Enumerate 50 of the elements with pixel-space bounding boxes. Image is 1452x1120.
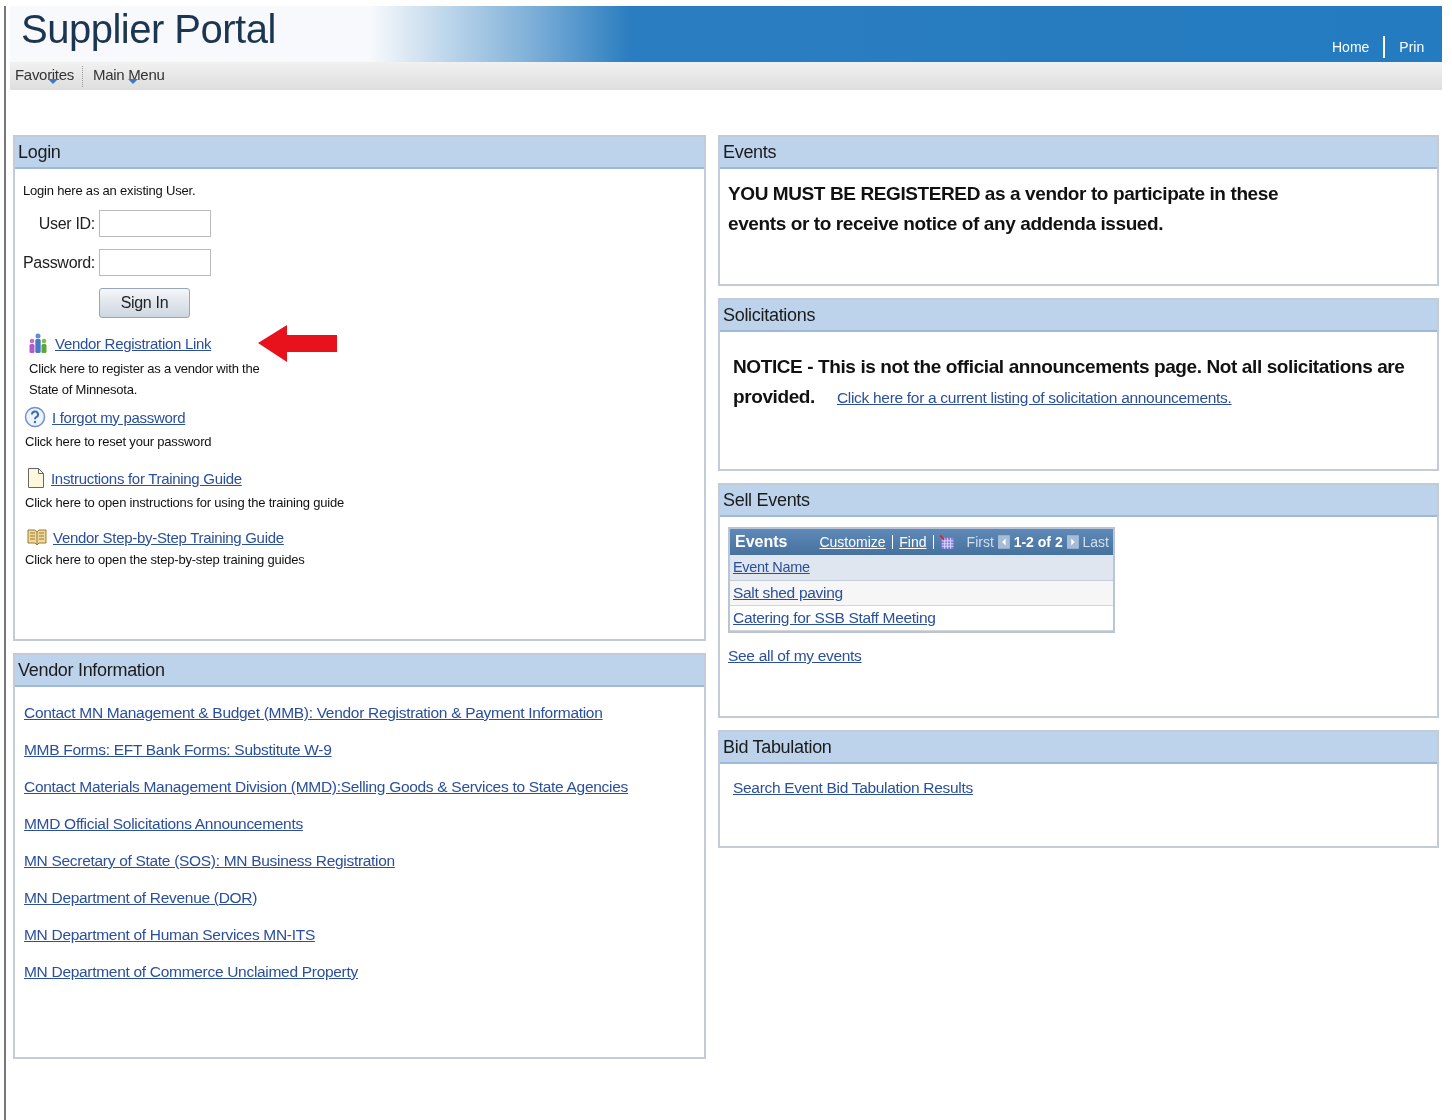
field-label: User ID: <box>37 214 95 233</box>
vendor-link[interactable]: MN Department of Commerce Unclaimed Property <box>24 963 358 981</box>
password-field[interactable] <box>99 249 211 276</box>
panel-header: Solicitations <box>720 300 1437 332</box>
print-link[interactable]: Prin <box>1399 39 1425 55</box>
grid-title: Events <box>735 533 788 551</box>
panel-header: Vendor Information <box>15 655 704 687</box>
column-header[interactable]: Event Name <box>733 559 810 575</box>
menu-dropdown[interactable]: Favorites <box>14 65 82 87</box>
help-link[interactable]: Vendor Step-by-Step Training Guide <box>53 528 284 546</box>
home-link[interactable]: Home <box>1332 39 1370 55</box>
panel-header: Sell Events <box>720 485 1437 517</box>
vendor-link[interactable]: MN Secretary of State (SOS): MN Business Registration <box>24 852 395 870</box>
intro-text: Login here as an existing User. <box>23 183 197 198</box>
sign-in-button[interactable]: Sign In <box>99 288 190 318</box>
grid-tool-link[interactable]: Find <box>899 534 927 550</box>
vendor-link[interactable]: MN Department of Human Services MN-ITS <box>24 926 315 944</box>
people-icon <box>27 332 49 354</box>
event-link[interactable]: Salt shed paving <box>733 584 843 601</box>
help-icon <box>24 406 46 428</box>
see-all-events-link[interactable]: See all of my events <box>728 647 862 665</box>
registration-notice: YOU MUST BE REGISTERED as a vendor to participate in these events or to receive notice of any addenda issued. <box>727 182 1280 236</box>
panel-header: Events <box>720 137 1437 169</box>
panel-header: Login <box>15 137 704 169</box>
help-link[interactable]: Vendor Registration Link <box>55 334 212 352</box>
help-link[interactable]: I forgot my password <box>52 408 186 426</box>
grid-view-icon[interactable] <box>940 533 955 551</box>
vendor-link[interactable]: MMB Forms: EFT Bank Forms: Substitute W-9 <box>24 741 332 759</box>
book-icon <box>27 528 47 546</box>
vendor-link[interactable]: MMD Official Solicitations Announcements <box>24 815 303 833</box>
portal-title: Supplier Portal <box>20 6 276 52</box>
field-label: Password: <box>22 253 95 272</box>
help-text: Click here to open instructions for using the training guide <box>25 495 345 510</box>
solicitations-link[interactable]: Click here for a current listing of solicitation announcements. <box>836 389 1232 406</box>
document-icon <box>27 467 45 489</box>
solicitation-notice: NOTICE - This is not the official announcements page. Not all solicitations are provided. Click here for a current listing of solicitation announcements. <box>733 355 1406 409</box>
event-link[interactable]: Catering for SSB Staff Meeting <box>733 609 936 626</box>
user-id-field[interactable] <box>99 210 211 237</box>
help-link[interactable]: Instructions for Training Guide <box>51 469 242 487</box>
vendor-link[interactable]: Contact Materials Management Division (MMD):Selling Goods & Services to State Agencies <box>24 778 628 796</box>
vendor-link[interactable]: Contact MN Management & Budget (MMB): Vendor Registration & Payment Information <box>24 704 603 722</box>
bid-results-link[interactable]: Search Event Bid Tabulation Results <box>733 779 973 796</box>
menu-dropdown[interactable]: Main Menu <box>82 65 173 87</box>
range-text: 1-2 of 2 <box>1013 534 1063 550</box>
panel-header: Bid Tabulation <box>720 732 1437 764</box>
help-text: Click here to open the step-by-step training guides <box>25 552 306 567</box>
vendor-link[interactable]: MN Department of Revenue (DOR) <box>24 889 258 907</box>
grid-tool-link[interactable]: Customize <box>819 534 886 550</box>
help-text: Click here to register as a vendor with the State of Minnesota. <box>29 360 261 399</box>
help-text: Click here to reset your password <box>25 434 213 449</box>
